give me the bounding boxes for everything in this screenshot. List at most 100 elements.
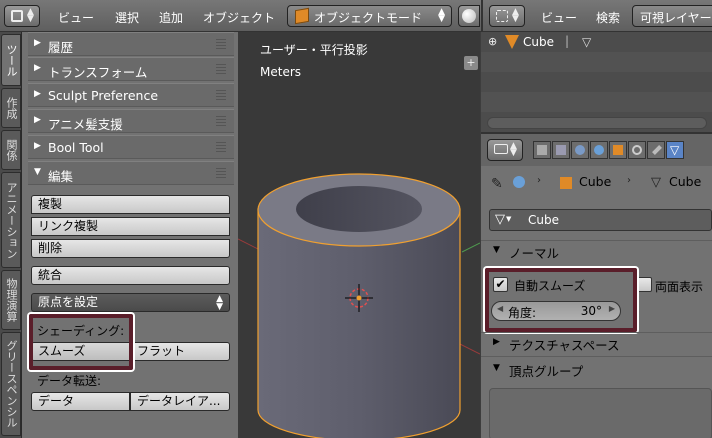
tab-physics[interactable]: 物理演算 <box>1 270 21 330</box>
viewport-shading-button[interactable] <box>458 5 480 27</box>
expand-arrow-icon: ▶ <box>34 141 41 151</box>
expand-arrow-icon: ▶ <box>34 63 41 73</box>
panel-title: 履歴 <box>48 40 74 55</box>
duplicate-linked-button[interactable]: リンク複製 <box>31 217 230 236</box>
tab-create[interactable]: 作成 <box>1 88 21 128</box>
tab-tools[interactable]: ツール <box>1 34 21 86</box>
divider <box>481 332 712 333</box>
horizontal-scrollbar[interactable] <box>487 117 707 129</box>
expand-arrow-icon[interactable]: ▶ <box>493 337 500 347</box>
vertex-groups-list[interactable] <box>489 388 712 438</box>
panel-title: Bool Tool <box>48 140 104 155</box>
constraints-tab-icon[interactable] <box>628 141 646 159</box>
expand-arrow-icon: ▶ <box>34 115 41 125</box>
drag-grip-icon[interactable] <box>216 39 226 49</box>
set-origin-dropdown[interactable]: 原点を設定 ▲ ▼ <box>31 293 230 312</box>
outliner-empty-row <box>481 72 712 92</box>
outliner-menu-search[interactable]: 検索 <box>596 9 620 26</box>
viewport-header: ▲ ▼ ビュー 選択 追加 オブジェクト オブジェクトモード ▲ ▼ <box>0 0 481 32</box>
drag-grip-icon[interactable] <box>216 90 226 100</box>
outliner-menu-view[interactable]: ビュー <box>541 9 577 26</box>
duplicate-button[interactable]: 複製 <box>31 195 230 214</box>
outliner-object-name[interactable]: Cube <box>523 35 554 49</box>
outliner-row-cube[interactable]: ⊕ Cube | ▽ <box>481 32 712 52</box>
world-tab-icon[interactable] <box>590 141 608 159</box>
tool-shelf-tabs: ツール 作成 関係 アニメーション 物理演算 グリースペンシル <box>0 32 22 438</box>
mesh-datablock-field[interactable]: ▽ ▼ Cube <box>489 209 712 231</box>
object-mode-icon <box>295 7 309 25</box>
3d-viewport[interactable]: ユーザー・平行投影 Meters + <box>238 32 480 438</box>
display-filter-label: 可視レイヤー <box>640 11 712 25</box>
menu-select[interactable]: 選択 <box>115 9 139 26</box>
panel-edit[interactable]: ▼ 編集 <box>28 161 234 185</box>
shade-flat-button[interactable]: フラット <box>130 342 230 361</box>
display-filter-dropdown[interactable]: 可視レイヤー <box>632 5 712 27</box>
editor-type-icon <box>11 10 23 22</box>
panel-sculpt-preference[interactable]: ▶ Sculpt Preference <box>28 83 234 107</box>
mesh-name-value[interactable]: Cube <box>528 213 559 227</box>
expand-arrow-icon: ▶ <box>34 89 41 99</box>
solid-shading-icon <box>462 9 476 23</box>
outliner-editor-type-button[interactable]: ▲ ▼ <box>489 5 525 27</box>
outliner: ⊕ Cube | ▽ <box>481 32 712 132</box>
normals-panel-title[interactable]: ノーマル <box>509 243 559 262</box>
panel-title: アニメ髪支援 <box>48 117 123 132</box>
drag-grip-icon[interactable] <box>216 64 226 74</box>
panel-bool-tool[interactable]: ▶ Bool Tool <box>28 135 234 159</box>
delete-button[interactable]: 削除 <box>31 239 230 258</box>
tab-grease-pencil[interactable]: グリースペンシル <box>1 332 21 436</box>
drag-grip-icon[interactable] <box>216 142 226 152</box>
panel-title: Sculpt Preference <box>48 88 159 103</box>
data-transfer-button[interactable]: データ <box>31 392 130 411</box>
panel-transform[interactable]: ▶ トランスフォーム <box>28 57 234 81</box>
breadcrumb-arrow-icon: › <box>537 175 541 186</box>
properties-toolbar: ▲ ▼ ▽ <box>481 134 712 166</box>
tool-shelf: ▶ 履歴 ▶ トランスフォーム ▶ Sculpt Preference ▶ アニ… <box>22 32 238 438</box>
chevron-down-icon: ▼ <box>506 215 512 223</box>
texture-space-panel-title[interactable]: テクスチャスペース <box>509 335 620 354</box>
properties-editor-type-button[interactable]: ▲ ▼ <box>487 139 523 161</box>
chevron-updown-icon: ▲ ▼ <box>438 7 445 24</box>
properties-icon <box>494 144 508 154</box>
separator: | <box>565 34 570 48</box>
data-tab-icon[interactable]: ▽ <box>666 141 684 159</box>
tab-relations[interactable]: 関係 <box>1 130 21 170</box>
collapse-arrow-icon[interactable]: ▼ <box>493 363 500 373</box>
breadcrumb-arrow-icon: › <box>627 175 631 186</box>
pin-icon[interactable]: ✎ <box>491 176 503 192</box>
menu-object[interactable]: オブジェクト <box>203 9 275 26</box>
join-button[interactable]: 統合 <box>31 266 230 285</box>
panel-history[interactable]: ▶ 履歴 <box>28 32 234 56</box>
editor-type-button[interactable]: ▲ ▼ <box>4 5 40 27</box>
chevron-updown-icon: ▲ ▼ <box>216 294 223 312</box>
mode-dropdown[interactable]: オブジェクトモード ▲ ▼ <box>287 5 452 27</box>
drag-grip-icon[interactable] <box>216 116 226 126</box>
blender-window: ▲ ▼ ビュー 選択 追加 オブジェクト オブジェクトモード ▲ ▼ ▲ ▼ ビュー … <box>0 0 712 438</box>
object-icon <box>560 177 572 189</box>
collapse-arrow-icon[interactable]: ▼ <box>493 245 500 255</box>
expand-plus-icon[interactable]: ⊕ <box>488 35 497 48</box>
modifiers-tab-icon[interactable] <box>647 141 665 159</box>
scene-tab-icon[interactable] <box>571 141 589 159</box>
render-layers-tab-icon[interactable] <box>552 141 570 159</box>
cylinder-hole <box>296 186 422 232</box>
menu-add[interactable]: 追加 <box>159 9 183 26</box>
object-icon <box>505 35 519 49</box>
menu-view[interactable]: ビュー <box>58 9 94 26</box>
panel-title: 編集 <box>48 169 74 184</box>
outliner-header: ▲ ▼ ビュー 検索 可視レイヤー <box>481 0 712 32</box>
panel-hair-support[interactable]: ▶ アニメ髪支援 <box>28 109 234 133</box>
drag-grip-icon[interactable] <box>216 168 226 178</box>
chevron-updown-icon: ▲ ▼ <box>27 7 34 24</box>
chevron-updown-icon: ▲ ▼ <box>510 141 517 158</box>
render-tab-icon[interactable] <box>533 141 551 159</box>
object-tab-icon[interactable] <box>609 141 627 159</box>
double-sided-checkbox[interactable] <box>637 277 652 292</box>
mesh-icon: ▽ <box>495 212 505 227</box>
mesh-data-icon[interactable]: ▽ <box>582 35 591 49</box>
properties-editor: ▲ ▼ ▽ ✎ › Cube › ▽ Cube ▽ ▼ Cube ▼ ノーマル ✔… <box>481 132 712 438</box>
scene-link-icon <box>513 176 525 188</box>
vertex-groups-panel-title[interactable]: 頂点グループ <box>509 361 583 380</box>
data-layout-button[interactable]: データレイア... <box>130 392 230 411</box>
tab-animation[interactable]: アニメーション <box>1 172 21 268</box>
